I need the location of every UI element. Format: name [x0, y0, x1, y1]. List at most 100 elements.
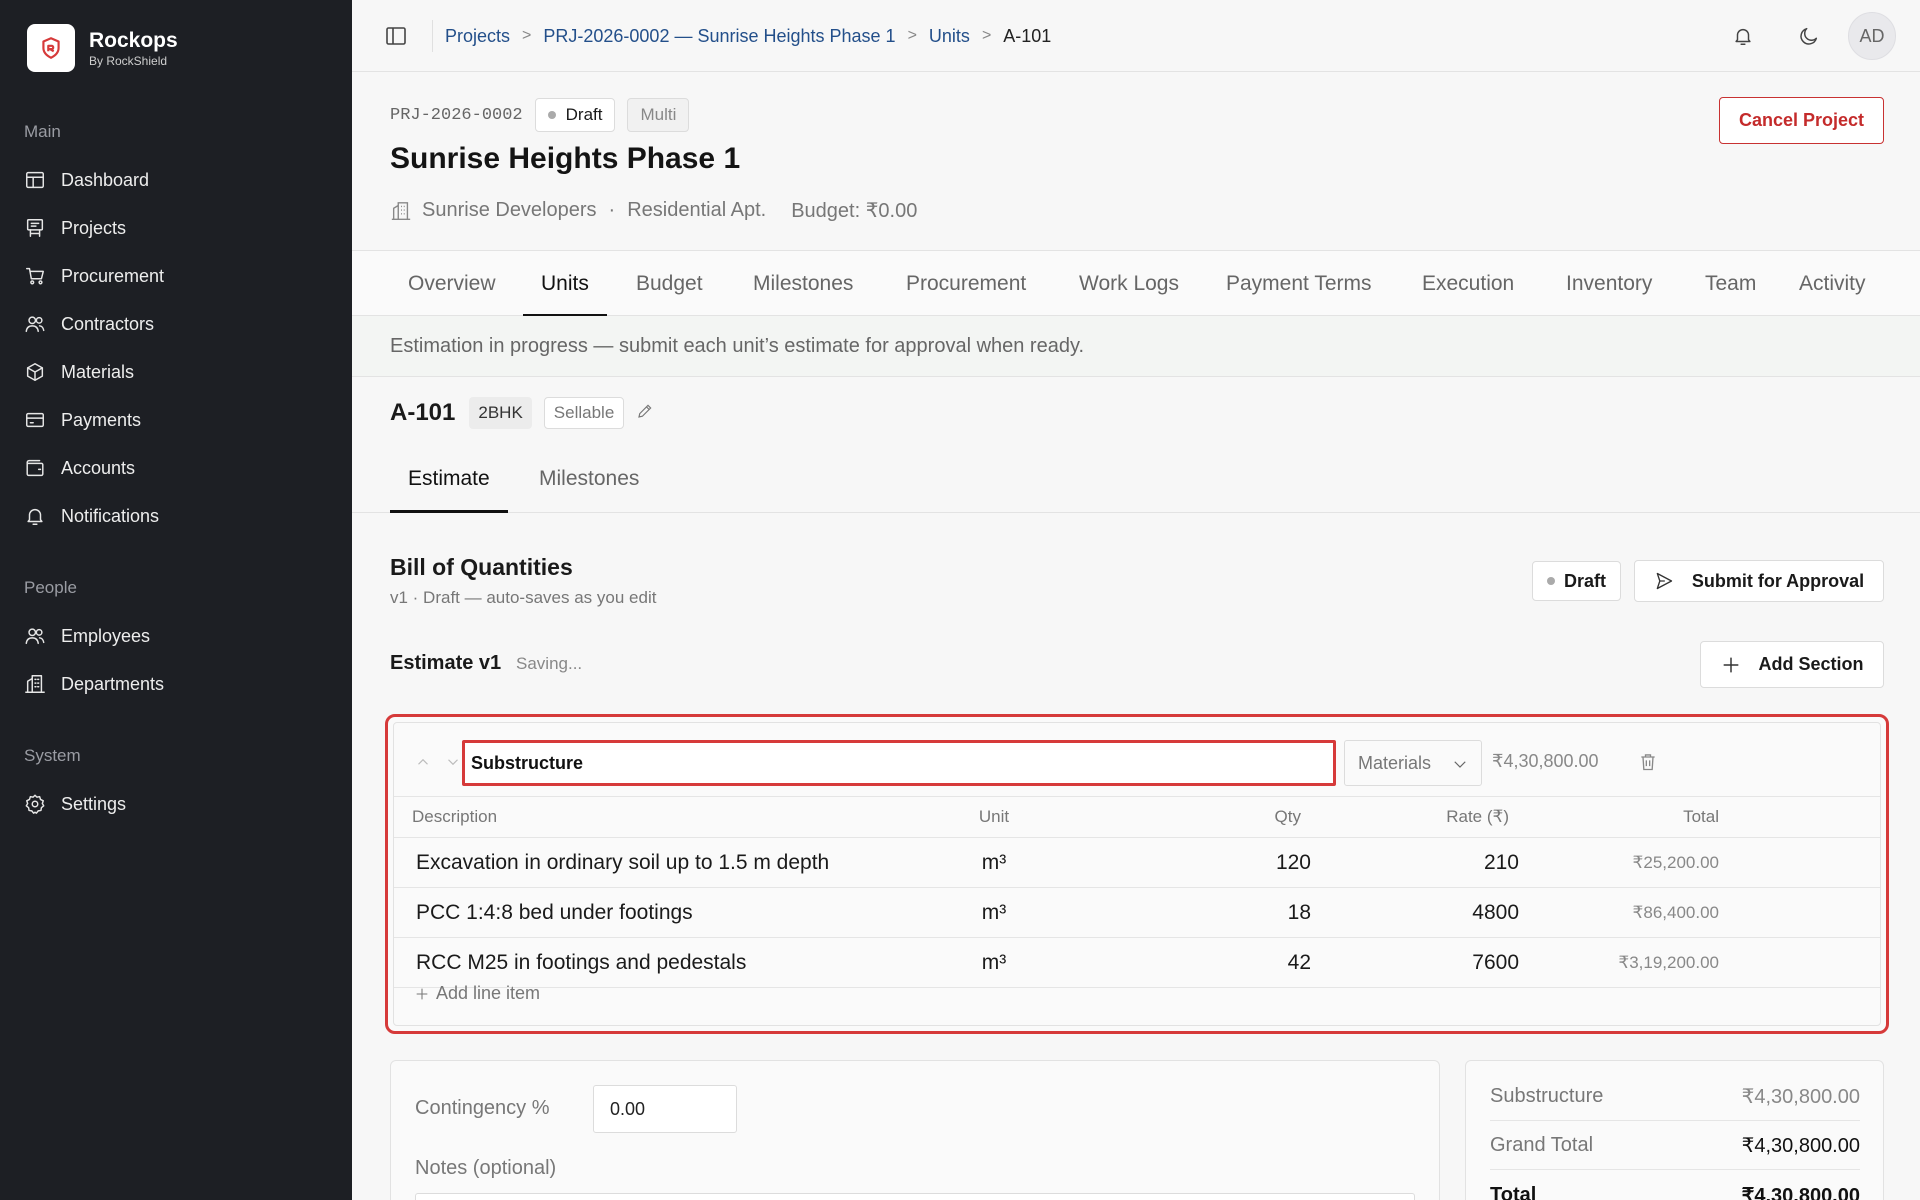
sidebar-item-materials[interactable]: Materials: [24, 348, 164, 396]
pencil-icon[interactable]: [636, 402, 654, 425]
sidebar-item-label: Notifications: [61, 505, 160, 526]
tab-work-logs[interactable]: Work Logs: [1079, 251, 1179, 316]
table-header: Description Unit Qty Rate (₹) Total: [394, 796, 1880, 838]
sidebar-item-contractors[interactable]: Contractors: [24, 300, 164, 348]
breadcrumb-projects[interactable]: Projects: [445, 26, 510, 47]
row-unit[interactable]: m³: [954, 888, 1034, 937]
row-unit[interactable]: m³: [954, 838, 1034, 887]
tab-unit-milestones[interactable]: Milestones: [539, 446, 639, 512]
project-code: PRJ-2026-0002: [390, 105, 523, 125]
plus-icon: [1724, 657, 1739, 672]
summary-value: ₹4,30,800.00: [1741, 1184, 1860, 1200]
plus-icon: [416, 988, 428, 999]
tab-team[interactable]: Team: [1705, 251, 1756, 316]
chevron-right-icon: >: [522, 27, 532, 44]
cancel-project-button[interactable]: Cancel Project: [1719, 97, 1884, 144]
sidebar-item-settings[interactable]: Settings: [24, 780, 126, 828]
status-label: Draft: [565, 105, 603, 124]
users-icon: [25, 316, 45, 333]
saving-status: Saving...: [516, 654, 583, 673]
breadcrumb-units[interactable]: Units: [929, 26, 970, 47]
nav-group-system: System Settings: [24, 744, 126, 828]
section-name-input[interactable]: [462, 740, 1336, 786]
tab-activity[interactable]: Activity: [1799, 251, 1866, 316]
boq-subtitle: v1 · Draft — auto-saves as you edit: [390, 588, 657, 607]
add-line-item-button[interactable]: Add line item: [414, 983, 540, 1004]
status-dot: [1546, 577, 1555, 585]
row-rate[interactable]: 4800: [1472, 888, 1519, 937]
chevron-up-icon[interactable]: [414, 753, 432, 771]
users-icon: [25, 628, 45, 645]
tab-units[interactable]: Units: [523, 251, 607, 317]
nav-heading-main: Main: [24, 122, 61, 141]
contingency-card: Contingency % Notes (optional): [390, 1060, 1440, 1200]
notes-textarea[interactable]: [415, 1193, 1415, 1200]
add-section-button[interactable]: Add Section: [1700, 641, 1884, 688]
summary-row-substructure: Substructure ₹4,30,800.00: [1490, 1073, 1860, 1121]
table-row: RCC M25 in footings and pedestals m³ 42 …: [394, 938, 1880, 988]
sidebar-item-label: Dashboard: [61, 169, 150, 190]
summary-row-total: Total ₹4,30,800.00: [1490, 1171, 1860, 1200]
sidebar-item-notifications[interactable]: Notifications: [24, 492, 164, 540]
sidebar-item-dashboard[interactable]: Dashboard: [24, 156, 164, 204]
dashboard-icon: [26, 171, 44, 189]
send-icon: [1656, 572, 1672, 590]
contingency-input[interactable]: [593, 1085, 737, 1133]
row-qty[interactable]: 18: [1288, 888, 1311, 937]
sidebar-item-accounts[interactable]: Accounts: [24, 444, 164, 492]
nav-group-people: People Employees Departments: [24, 576, 164, 708]
tab-payment-terms[interactable]: Payment Terms: [1226, 251, 1372, 316]
nav-heading-system: System: [24, 746, 81, 765]
status-label: Draft: [1563, 570, 1606, 591]
row-qty[interactable]: 120: [1276, 838, 1311, 887]
submit-for-approval-button[interactable]: Submit for Approval: [1634, 560, 1884, 602]
estimate-title: Estimate v1: [390, 652, 502, 674]
tab-overview[interactable]: Overview: [408, 251, 496, 316]
tab-milestones[interactable]: Milestones: [753, 251, 853, 316]
tab-budget[interactable]: Budget: [636, 251, 703, 316]
row-qty[interactable]: 42: [1288, 938, 1311, 987]
developer-name: Sunrise Developers: [422, 199, 597, 221]
project-type: Residential Apt.: [627, 199, 767, 221]
top-bar: Projects > PRJ-2026-0002 — Sunrise Heigh…: [352, 0, 1920, 72]
col-unit: Unit: [978, 807, 1010, 826]
breadcrumb: Projects > PRJ-2026-0002 — Sunrise Heigh…: [445, 24, 1051, 48]
row-description[interactable]: PCC 1:4:8 bed under footings: [416, 888, 693, 937]
brand[interactable]: Rockops By RockShield: [27, 24, 178, 72]
notes-label: Notes (optional): [415, 1157, 557, 1179]
trash-icon[interactable]: [1638, 752, 1658, 777]
breadcrumb-project[interactable]: PRJ-2026-0002 — Sunrise Heights Phase 1: [543, 26, 895, 47]
status-dot: [547, 111, 556, 119]
row-rate[interactable]: 7600: [1472, 938, 1519, 987]
tab-estimate[interactable]: Estimate: [390, 446, 508, 513]
sidebar-item-procurement[interactable]: Procurement: [24, 252, 164, 300]
brand-subtitle: By RockShield: [89, 53, 168, 68]
separator: ·: [608, 199, 616, 221]
row-description[interactable]: RCC M25 in footings and pedestals: [416, 938, 746, 987]
chevron-down-icon: [1454, 761, 1466, 768]
tab-inventory[interactable]: Inventory: [1566, 251, 1652, 316]
project-budget: Budget: ₹0.00: [791, 200, 918, 222]
tab-procurement[interactable]: Procurement: [906, 251, 1026, 316]
nav-group-main: Main Dashboard Projects Procurement Cont…: [24, 120, 164, 540]
moon-icon[interactable]: [1795, 22, 1823, 50]
chevron-down-icon[interactable]: [444, 753, 462, 771]
status-badge: Draft: [534, 98, 616, 132]
sidebar-item-projects[interactable]: Projects: [24, 204, 164, 252]
tab-execution[interactable]: Execution: [1422, 251, 1514, 316]
sidebar-item-departments[interactable]: Departments: [24, 660, 164, 708]
sidebar-item-employees[interactable]: Employees: [24, 612, 164, 660]
sidebar-item-payments[interactable]: Payments: [24, 396, 164, 444]
boq-table: Description Unit Qty Rate (₹) Total Exca…: [394, 796, 1880, 988]
bell-icon[interactable]: [1729, 22, 1757, 50]
sidebar-item-label: Procurement: [61, 265, 165, 286]
brand-name: Rockops: [89, 28, 178, 52]
row-rate[interactable]: 210: [1484, 838, 1519, 887]
card-icon: [26, 412, 44, 428]
row-unit[interactable]: m³: [954, 938, 1034, 987]
sidebar-toggle-icon[interactable]: [384, 24, 408, 48]
row-description[interactable]: Excavation in ordinary soil up to 1.5 m …: [416, 838, 829, 887]
submit-label: Submit for Approval: [1691, 570, 1865, 591]
avatar[interactable]: AD: [1848, 12, 1896, 60]
section-type-select[interactable]: Materials: [1344, 740, 1482, 786]
